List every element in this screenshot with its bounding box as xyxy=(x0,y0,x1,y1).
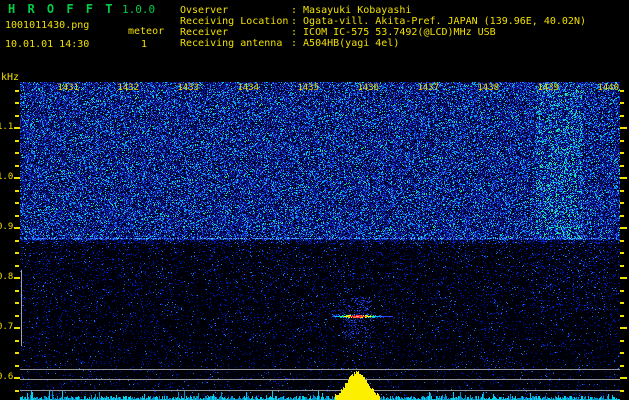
freq-tick-label: 0.7 xyxy=(0,322,14,332)
freq-tick xyxy=(620,164,624,167)
station-info: Ovserver: Masayuki Kobayashi Receiving Loc… xyxy=(180,5,586,49)
freq-tick xyxy=(15,89,19,92)
time-tick-label: 1439 xyxy=(537,83,559,93)
time-tick-label: 1431 xyxy=(57,83,79,93)
freq-tick xyxy=(14,177,20,179)
freq-tick xyxy=(15,364,19,367)
freq-tick-label: 0.9 xyxy=(0,222,14,232)
freq-tick xyxy=(15,202,19,204)
info-row-value: Masayuki Kobayashi xyxy=(303,5,412,16)
freq-tick xyxy=(620,314,624,317)
time-tick-label: 1435 xyxy=(297,83,319,93)
info-row-separator: : xyxy=(291,5,298,16)
freq-tick-label: 0.8 xyxy=(0,272,14,282)
mode-label: meteor xyxy=(128,26,165,37)
freq-tick xyxy=(620,202,624,204)
freq-tick-label: 1.0 xyxy=(0,172,14,182)
freq-tick xyxy=(620,364,624,367)
output-filename: 1001011430.png xyxy=(5,20,90,31)
freq-tick xyxy=(15,252,19,254)
freq-tick xyxy=(620,177,627,179)
info-row-separator: : xyxy=(291,38,298,49)
freq-tick xyxy=(620,227,627,229)
freq-tick xyxy=(15,289,19,292)
freq-tick xyxy=(15,114,19,117)
info-row-value: Ogata-vill. Akita-Pref. JAPAN (139.96E, … xyxy=(303,16,586,27)
freq-tick xyxy=(620,152,624,154)
meteor-count: 1 xyxy=(141,39,148,50)
freq-tick xyxy=(620,139,624,142)
freq-tick xyxy=(15,314,19,317)
info-row: Ovserver: Masayuki Kobayashi xyxy=(180,5,586,16)
time-tick-label: 1436 xyxy=(357,83,379,93)
freq-tick xyxy=(620,214,624,217)
freq-tick xyxy=(620,377,627,379)
freq-tick xyxy=(15,189,19,192)
freq-tick xyxy=(15,302,19,304)
info-row-label: Receiving Location xyxy=(180,16,289,27)
info-row-value: ICOM IC-575 53.7492(@LCD)MHz USB xyxy=(303,27,496,38)
time-tick-label: 1434 xyxy=(237,83,259,93)
freq-tick xyxy=(15,339,19,342)
freq-tick xyxy=(620,127,627,129)
info-row-separator: : xyxy=(291,16,298,27)
info-row-label: Ovserver xyxy=(180,5,229,16)
freq-tick xyxy=(620,302,624,304)
freq-tick xyxy=(14,127,20,129)
freq-tick xyxy=(620,189,624,192)
time-tick-label: 1438 xyxy=(477,83,499,93)
freq-tick xyxy=(14,327,20,329)
time-tick-label: 1433 xyxy=(177,83,199,93)
info-row: Receiver: ICOM IC-575 53.7492(@LCD)MHz US… xyxy=(180,27,586,38)
freq-tick-label: 1.1 xyxy=(0,122,14,132)
freq-tick xyxy=(620,114,624,117)
app-version: 1.0.0 xyxy=(122,3,156,16)
info-row-separator: : xyxy=(291,27,298,38)
freq-tick xyxy=(620,239,624,242)
freq-tick xyxy=(15,152,19,154)
freq-tick xyxy=(620,277,627,279)
info-row: Receiving antenna: A504HB(yagi 4el) xyxy=(180,38,586,49)
freq-tick xyxy=(14,227,20,229)
freq-tick xyxy=(620,252,624,254)
freq-tick xyxy=(620,339,624,342)
info-row-label: Receiving antenna xyxy=(180,38,283,49)
time-tick-label: 1440 xyxy=(597,83,619,93)
time-tick-label: 1432 xyxy=(117,83,139,93)
freq-tick xyxy=(15,214,19,217)
freq-tick xyxy=(15,139,19,142)
freq-tick xyxy=(15,389,19,392)
info-row-label: Receiver xyxy=(180,27,229,38)
freq-tick xyxy=(620,264,624,267)
freq-axis-unit-label: kHz xyxy=(1,72,20,83)
info-row-value: A504HB(yagi 4el) xyxy=(303,38,400,49)
time-tick-label: 1437 xyxy=(417,83,439,93)
freq-tick xyxy=(14,277,20,279)
info-row: Receiving Location: Ogata-vill. Akita-Pre… xyxy=(180,16,586,27)
freq-tick xyxy=(15,102,19,104)
freq-tick xyxy=(620,289,624,292)
freq-tick xyxy=(620,389,624,392)
freq-tick xyxy=(620,102,624,104)
spectrogram-canvas xyxy=(20,82,620,400)
freq-tick xyxy=(14,377,20,379)
freq-tick xyxy=(620,352,624,354)
freq-tick xyxy=(15,264,19,267)
freq-tick xyxy=(15,352,19,354)
freq-tick xyxy=(15,164,19,167)
freq-tick xyxy=(620,89,624,92)
app-title: H R O F F T xyxy=(8,2,115,16)
freq-tick xyxy=(620,327,627,329)
freq-tick-label: 0.6 xyxy=(0,372,14,382)
date-time-label: 10.01.01 14:30 xyxy=(5,39,90,50)
freq-tick xyxy=(15,239,19,242)
hrofft-output-screen: H R O F F T 1.0.0 1001011430.png meteor … xyxy=(0,0,629,400)
